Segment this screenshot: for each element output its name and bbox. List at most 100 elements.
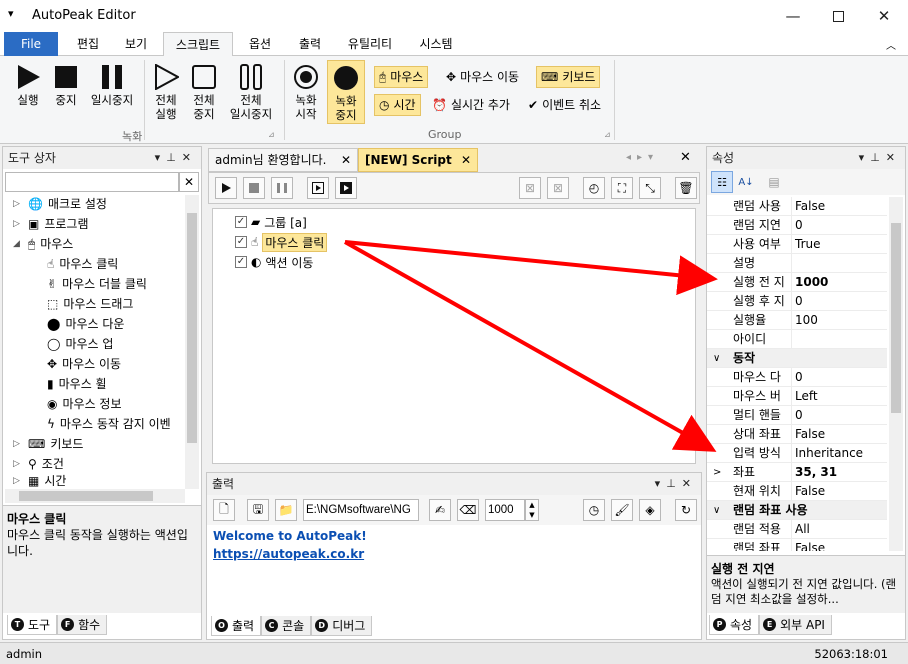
checkbox[interactable]: ✓ (235, 216, 247, 228)
realtime-add-button[interactable]: ⏰ 실시간 추가 (432, 94, 510, 116)
property-row[interactable]: > 좌표 35, 31 (707, 463, 887, 482)
run-button[interactable]: 실행 (8, 64, 48, 107)
group-launcher-icon[interactable]: ⊿ (268, 130, 275, 139)
scroll-thumb[interactable] (891, 223, 901, 413)
tab-scroll-controls[interactable]: ◂▸▾ (626, 152, 659, 163)
property-value[interactable] (791, 330, 795, 349)
property-value[interactable]: All (791, 520, 810, 539)
quick-menu-icon[interactable]: ▾ (8, 7, 14, 20)
pane-controls[interactable]: ▾⊥✕ (155, 147, 197, 169)
output-clock-button[interactable]: ◷ (583, 499, 605, 521)
minimize-button[interactable]: — (770, 0, 816, 32)
property-row[interactable]: 상대 좌표 False (707, 425, 887, 444)
properties-vscrollbar[interactable] (889, 197, 903, 551)
property-value[interactable]: True (791, 235, 821, 254)
output-fill-button[interactable]: ◈ (639, 499, 661, 521)
pause-all-button[interactable]: 전체 일시중지 (224, 64, 278, 121)
alphabetical-button[interactable]: A↓ (735, 171, 757, 193)
tab-utility[interactable]: 유틸리티 (338, 32, 402, 56)
property-value[interactable]: 35, 31 (791, 463, 837, 482)
property-row[interactable]: 실행율 100 (707, 311, 887, 330)
tree-item-mouse-wheel[interactable]: ▮ 마우스 휠 (47, 374, 107, 394)
doc-tab-welcome[interactable]: admin님 환영합니다. ✕ (208, 148, 358, 172)
property-row[interactable]: 설명 (707, 254, 887, 273)
output-path-input[interactable] (303, 499, 419, 521)
close-icon[interactable]: ✕ (461, 149, 471, 171)
property-value[interactable]: False (791, 425, 825, 444)
toolbox-hscrollbar[interactable] (5, 489, 185, 503)
property-row[interactable]: 마우스 버 Left (707, 387, 887, 406)
output-capture-button[interactable]: ✍ (429, 499, 451, 521)
tree-item-mouse-up[interactable]: ◯ 마우스 업 (47, 334, 113, 354)
pause-button[interactable]: 일시중지 (86, 64, 138, 107)
property-value[interactable]: False (791, 539, 825, 551)
close-icon[interactable]: ✕ (341, 149, 351, 171)
expander-icon[interactable]: > (713, 463, 721, 482)
property-row[interactable]: 랜덤 지연 0 (707, 216, 887, 235)
tree-item-mouse-move[interactable]: ✥ 마우스 이동 (47, 354, 121, 374)
expander-icon[interactable]: ∨ (713, 501, 720, 520)
output-save-button[interactable]: 🖫 (247, 499, 269, 521)
script-delete-button[interactable]: 🗑 (675, 177, 697, 199)
property-row[interactable]: 마우스 다 0 (707, 368, 887, 387)
script-run-selected-button[interactable] (307, 177, 329, 199)
script-item-action-move[interactable]: ✓ ◐ 액션 이동 (235, 253, 313, 271)
output-clear-button[interactable]: ⌫ (457, 499, 479, 521)
tree-item-mouse-double-click[interactable]: ✌ 마우스 더블 클릭 (47, 274, 147, 294)
cancel-event-button[interactable]: ✔ 이벤트 취소 (528, 94, 601, 116)
script-disable-button[interactable]: ⊠ (519, 177, 541, 199)
property-value[interactable]: 0 (791, 216, 803, 235)
tab-options[interactable]: 옵션 (238, 32, 282, 56)
property-value[interactable]: Inheritance (791, 444, 863, 463)
property-category[interactable]: ∨ 동작 (707, 349, 887, 368)
script-collapse-button[interactable]: ⤡ (639, 177, 661, 199)
tree-item-macro-settings[interactable]: ▷ 🌐 매크로 설정 (13, 194, 107, 214)
output-link[interactable]: https://autopeak.co.kr (213, 545, 695, 563)
property-row[interactable]: 랜덤 좌표 False (707, 539, 887, 551)
toggle-mouse-move[interactable]: ✥ 마우스 이동 (446, 66, 519, 88)
tab-system[interactable]: 시스템 (410, 32, 462, 56)
tab-functions[interactable]: F 함수 (57, 615, 108, 635)
tab-external-api[interactable]: E 외부 API (759, 615, 832, 635)
tree-item-mouse[interactable]: ◢ 🖱 마우스 (13, 234, 73, 254)
property-row[interactable]: 입력 방식 Inheritance (707, 444, 887, 463)
tab-output[interactable]: 출력 (288, 32, 332, 56)
tree-item-condition[interactable]: ▷ ⚲ 조건 (13, 454, 64, 474)
expander-icon[interactable]: ▷ (13, 214, 23, 234)
property-row[interactable]: 실행 전 지 1000 (707, 273, 887, 292)
toggle-keyboard[interactable]: ⌨ 키보드 (536, 66, 601, 88)
record-stop-button[interactable]: 녹화 중지 (327, 60, 365, 124)
tab-view[interactable]: 보기 (114, 32, 158, 56)
output-brush-button[interactable]: 🖌 (611, 499, 633, 521)
tree-item-time[interactable]: ▷ ▦ 시간 (13, 474, 66, 488)
maximize-button[interactable] (815, 0, 861, 32)
toolbox-vscrollbar[interactable] (185, 195, 199, 489)
record-start-button[interactable]: 녹화 시작 (288, 64, 324, 121)
output-interval-input[interactable] (485, 499, 525, 521)
doc-tab-script1[interactable]: [NEW] Script 1 ✕ (358, 148, 478, 189)
property-row[interactable]: 멀티 핸들 0 (707, 406, 887, 425)
script-item-group[interactable]: ✓ ▰ 그룹 [a] (235, 213, 307, 231)
property-value[interactable]: False (791, 482, 825, 501)
toggle-time[interactable]: ◷ 시간 (374, 94, 421, 116)
tab-tools[interactable]: T 도구 (7, 615, 58, 635)
close-button[interactable]: ✕ (861, 0, 907, 32)
collapse-ribbon-icon[interactable]: ︿ (886, 37, 896, 52)
output-open-button[interactable]: 📁 (275, 499, 297, 521)
property-category[interactable]: ∨ 랜덤 좌표 사용 (707, 501, 887, 520)
tab-file[interactable]: File (4, 32, 58, 56)
property-row[interactable]: 아이디 (707, 330, 887, 349)
stop-all-button[interactable]: 전체 중지 (186, 64, 222, 121)
property-pages-button[interactable]: ▤ (763, 171, 785, 193)
output-new-button[interactable]: 🗋 (213, 499, 235, 521)
script-disable-all-button[interactable]: ⊠ (547, 177, 569, 199)
property-row[interactable]: 사용 여부 True (707, 235, 887, 254)
tree-item-program[interactable]: ▷ ▣ 프로그램 (13, 214, 89, 234)
tree-item-keyboard[interactable]: ▷ ⌨ 키보드 (13, 434, 83, 454)
script-play-button[interactable] (215, 177, 237, 199)
property-value[interactable]: 0 (791, 406, 803, 425)
tab-output-log[interactable]: O 출력 (211, 616, 262, 636)
scroll-thumb[interactable] (19, 491, 153, 501)
property-value[interactable]: 1000 (791, 273, 828, 292)
property-row[interactable]: 랜덤 적용 All (707, 520, 887, 539)
